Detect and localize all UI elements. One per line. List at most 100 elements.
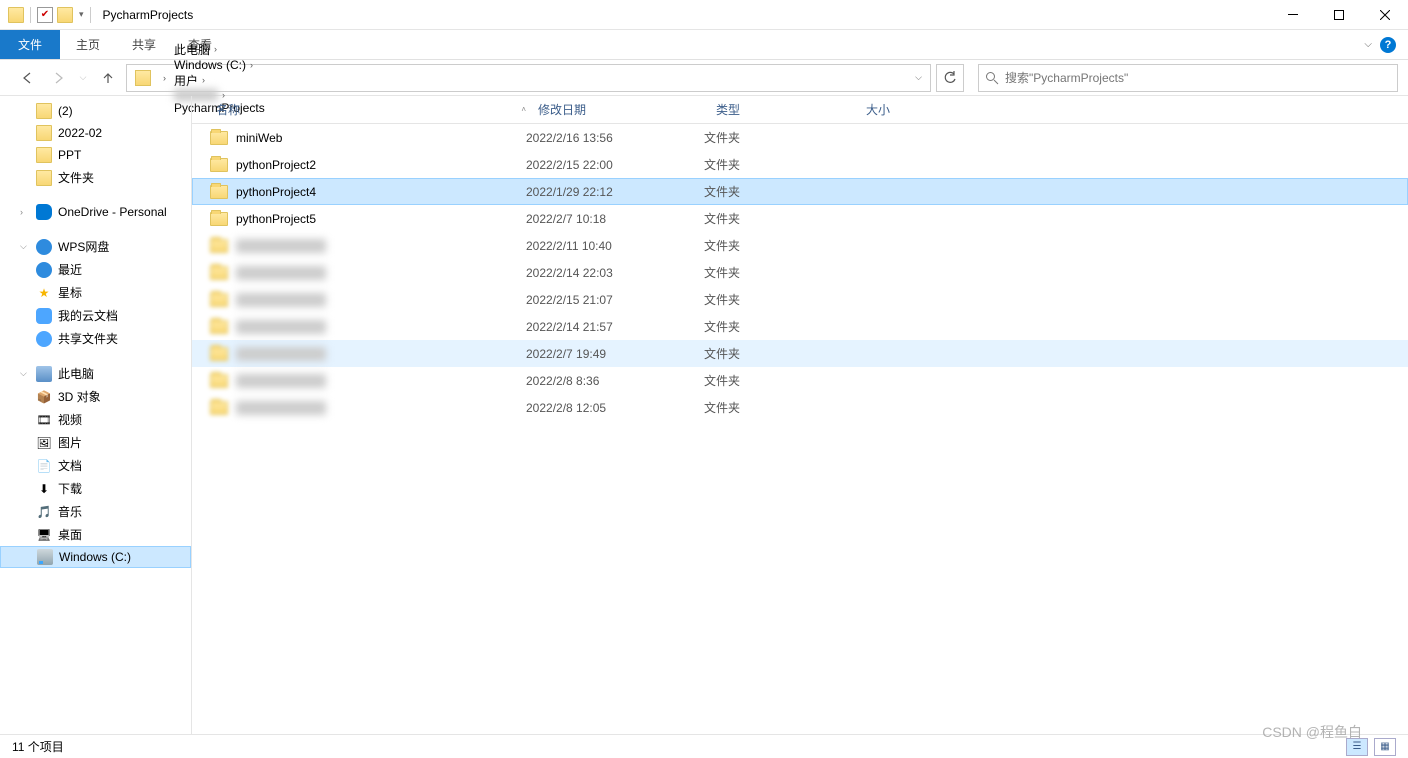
file-row[interactable]: miniWeb2022/2/16 13:56文件夹 [192, 124, 1408, 151]
tab-share[interactable]: 共享 [116, 30, 172, 59]
share-icon [36, 331, 52, 347]
nav-wps-root[interactable]: ⌵ WPS网盘 [0, 235, 191, 258]
recent-icon [36, 262, 52, 278]
folder-icon [210, 347, 228, 361]
nav-label: 文件夹 [58, 169, 94, 186]
star-icon: ★ [36, 285, 52, 301]
file-row[interactable]: 2022/2/7 19:49文件夹 [192, 340, 1408, 367]
up-button[interactable] [96, 66, 120, 90]
expand-icon[interactable]: › [20, 207, 30, 217]
nav-label: 图片 [58, 434, 82, 451]
nav-pc-item[interactable]: 🖥桌面 [0, 523, 191, 546]
folder-icon [36, 125, 52, 141]
breadcrumb-segment[interactable]: 此电脑› [170, 41, 269, 58]
file-row[interactable]: pythonProject22022/2/15 22:00文件夹 [192, 151, 1408, 178]
file-row[interactable]: 2022/2/8 12:05文件夹 [192, 394, 1408, 421]
column-size[interactable]: 大小 [860, 101, 960, 118]
window-title: PycharmProjects [103, 8, 194, 22]
qat-dropdown-icon[interactable]: ▾ [79, 9, 84, 20]
ribbon-right: ⌵ ? [1364, 30, 1408, 59]
nav-pc-item[interactable]: 🎞视频 [0, 408, 191, 431]
file-date: 2022/2/7 10:18 [526, 212, 704, 226]
nav-pc-item[interactable]: 📄 文档 [0, 454, 191, 477]
folder-icon [210, 320, 228, 334]
file-row[interactable]: pythonProject42022/1/29 22:12文件夹 [192, 178, 1408, 205]
nav-quick-item[interactable]: 2022-02 [0, 122, 191, 144]
pc-item-icon: 🖼 [36, 435, 52, 451]
close-button[interactable] [1362, 0, 1408, 30]
file-type: 文件夹 [704, 264, 854, 281]
nav-label: 视频 [58, 411, 82, 428]
file-list-pane: 名称˄ 修改日期 类型 大小 miniWeb2022/2/16 13:56文件夹… [192, 96, 1408, 734]
breadcrumb-segment[interactable]: Windows (C:)› [170, 58, 269, 72]
file-row[interactable]: pythonProject52022/2/7 10:18文件夹 [192, 205, 1408, 232]
nav-pc-item[interactable]: Windows (C:) [0, 546, 191, 568]
expand-icon[interactable]: ⌵ [20, 368, 30, 379]
folder-icon [210, 239, 228, 253]
file-row[interactable]: 2022/2/15 21:07文件夹 [192, 286, 1408, 313]
column-type[interactable]: 类型 [710, 101, 860, 118]
file-row[interactable]: 2022/2/14 22:03文件夹 [192, 259, 1408, 286]
nav-label: WPS网盘 [58, 238, 109, 255]
column-date[interactable]: 修改日期 [532, 101, 710, 118]
back-button[interactable] [16, 66, 40, 90]
address-dropdown-icon[interactable]: ⌵ [915, 72, 922, 83]
nav-label: 文档 [58, 457, 82, 474]
file-type: 文件夹 [704, 183, 854, 200]
tab-home[interactable]: 主页 [60, 30, 116, 59]
nav-pc-item[interactable]: ⬇下载 [0, 477, 191, 500]
expand-icon[interactable]: ⌵ [20, 241, 30, 252]
search-box[interactable] [978, 64, 1398, 92]
nav-onedrive[interactable]: › OneDrive - Personal [0, 201, 191, 223]
file-date: 2022/2/8 8:36 [526, 374, 704, 388]
navigation-pane[interactable]: (2) 2022-02 PPT 文件夹 › OneDrive - Personal ⌵… [0, 96, 192, 734]
nav-pc-item[interactable]: 🎵音乐 [0, 500, 191, 523]
qat-checkbox-icon[interactable]: ✔ [37, 7, 53, 23]
breadcrumb-root-chevron[interactable]: › [155, 65, 170, 91]
file-name-blurred [236, 239, 326, 253]
file-row[interactable]: 2022/2/14 21:57文件夹 [192, 313, 1408, 340]
tab-file[interactable]: 文件 [0, 30, 60, 59]
nav-wps-item[interactable]: ★星标 [0, 281, 191, 304]
file-type: 文件夹 [704, 372, 854, 389]
view-details-button[interactable]: ☰ [1346, 738, 1368, 756]
nav-wps-item[interactable]: 共享文件夹 [0, 327, 191, 350]
help-icon[interactable]: ? [1380, 37, 1396, 53]
nav-wps-item[interactable]: 最近 [0, 258, 191, 281]
pc-item-icon: 📄 [36, 458, 52, 474]
nav-label: PPT [58, 148, 81, 162]
file-date: 2022/2/11 10:40 [526, 239, 704, 253]
file-row[interactable]: 2022/2/8 8:36文件夹 [192, 367, 1408, 394]
nav-wps-item[interactable]: 我的云文档 [0, 304, 191, 327]
nav-label: 桌面 [58, 526, 82, 543]
maximize-button[interactable] [1316, 0, 1362, 30]
nav-label: 我的云文档 [58, 307, 118, 324]
column-name[interactable]: 名称˄ [210, 101, 532, 118]
breadcrumb-segment[interactable]: 用户› [170, 72, 269, 89]
qat-new-folder-icon[interactable] [57, 7, 73, 23]
nav-quick-item[interactable]: (2) [0, 100, 191, 122]
nav-thispc-root[interactable]: ⌵ 此电脑 [0, 362, 191, 385]
nav-quick-item[interactable]: 文件夹 [0, 166, 191, 189]
nav-pc-item[interactable]: 🖼 图片 [0, 431, 191, 454]
nav-label: 共享文件夹 [58, 330, 118, 347]
folder-icon [210, 374, 228, 388]
breadcrumb-box[interactable]: › 此电脑›Windows (C:)›用户››PycharmProjects ⌵ [126, 64, 931, 92]
nav-quick-item[interactable]: PPT [0, 144, 191, 166]
file-date: 2022/2/14 22:03 [526, 266, 704, 280]
file-name-blurred [236, 266, 326, 280]
forward-button[interactable] [46, 66, 70, 90]
refresh-button[interactable] [936, 64, 964, 92]
folder-icon [210, 212, 228, 226]
ribbon-expand-icon[interactable]: ⌵ [1364, 39, 1372, 50]
file-type: 文件夹 [704, 129, 854, 146]
recent-dropdown-icon[interactable]: ⌵ [76, 66, 90, 90]
file-date: 2022/2/15 22:00 [526, 158, 704, 172]
folder-icon [210, 185, 228, 199]
file-row[interactable]: 2022/2/11 10:40文件夹 [192, 232, 1408, 259]
search-input[interactable] [1005, 71, 1391, 85]
nav-label: (2) [58, 104, 73, 118]
view-large-icons-button[interactable]: ▦ [1374, 738, 1396, 756]
nav-pc-item[interactable]: 📦3D 对象 [0, 385, 191, 408]
minimize-button[interactable] [1270, 0, 1316, 30]
